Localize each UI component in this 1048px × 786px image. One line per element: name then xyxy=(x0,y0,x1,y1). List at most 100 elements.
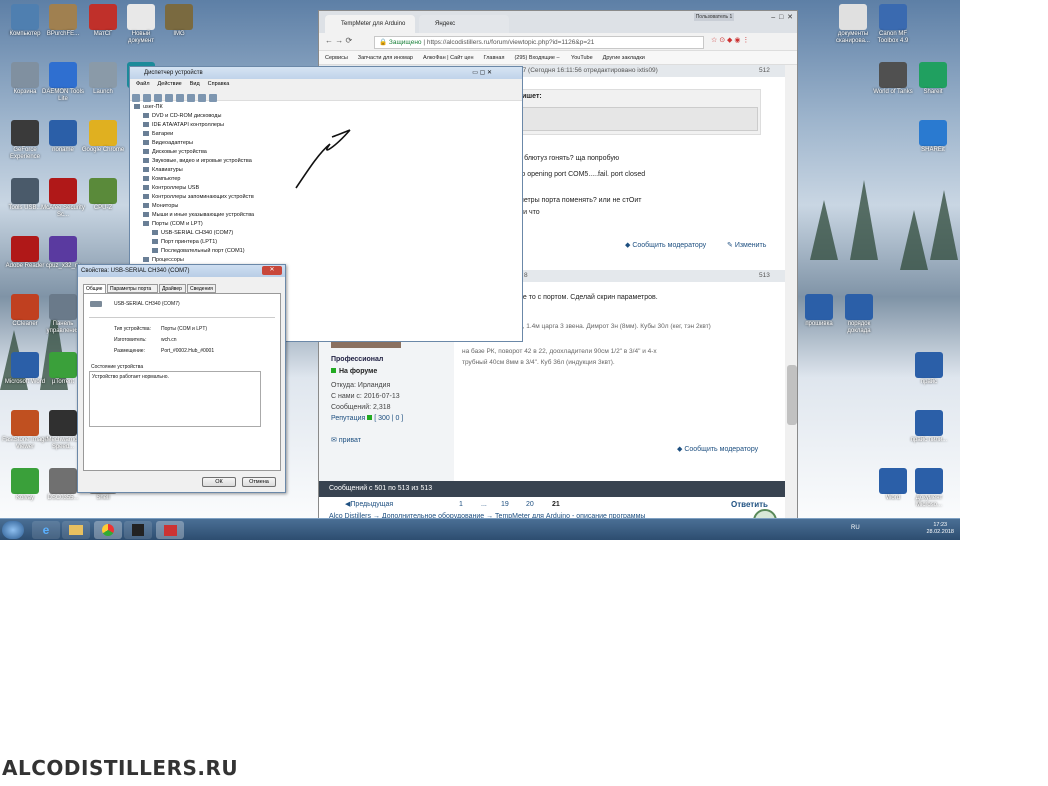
profile-button[interactable]: Пользователь 1 xyxy=(694,13,734,21)
tree-category[interactable]: Компьютер xyxy=(134,175,254,184)
cancel-button[interactable]: Отмена xyxy=(242,477,276,487)
desktop-icon-label: Canon MF Toolbox 4.9 xyxy=(877,31,909,44)
tree-category[interactable]: Контроллеры запоминающих устройств xyxy=(134,193,254,202)
tree-category[interactable]: Мониторы xyxy=(134,202,254,211)
online-status: На форуме xyxy=(331,368,377,375)
app-icon xyxy=(49,62,77,88)
tree-label: Контроллеры USB xyxy=(152,185,200,191)
desktop-icon[interactable]: IMG xyxy=(156,4,202,38)
chrome-icon[interactable] xyxy=(94,521,122,539)
bookmark-item[interactable]: Главная xyxy=(484,55,505,61)
report-button[interactable]: ◆ Сообщить модератору xyxy=(677,445,758,453)
tree-category[interactable]: Порты (COM и LPT) xyxy=(134,220,254,229)
desktop-icon[interactable]: порядок доклада xyxy=(836,294,882,335)
devmgr-taskbar-icon[interactable] xyxy=(156,521,184,539)
report-label: Сообщить модератору xyxy=(632,242,707,249)
nav-icons[interactable]: ← → ⟳ xyxy=(325,36,352,45)
browser-scrollbar[interactable] xyxy=(785,65,797,519)
desktop-icon[interactable]: Shareit xyxy=(910,62,956,96)
devmgr-toolbar xyxy=(130,89,522,102)
tree-device[interactable]: Порт принтера (LPT1) xyxy=(134,238,254,247)
desktop-icon[interactable]: Документ Microso... xyxy=(906,468,952,509)
bookmark-item[interactable]: Запчасти для иномар xyxy=(358,55,413,61)
tree-category[interactable]: Мыши и иные указывающие устройства xyxy=(134,211,254,220)
menu-item[interactable]: Вид xyxy=(190,81,200,87)
bookmark-item[interactable]: (295) Входящие – xyxy=(514,55,561,61)
post-number[interactable]: 512 xyxy=(759,65,770,77)
help-icon[interactable] xyxy=(165,94,173,102)
tree-root[interactable]: user-ПК xyxy=(134,103,254,112)
author-rank: Профессионал xyxy=(331,356,384,363)
page-link[interactable]: 1 xyxy=(459,497,463,513)
address-input[interactable]: 🔒 Защищено | https://alcodistillers.ru/f… xyxy=(374,36,704,49)
tree-category[interactable]: IDE ATA/ATAPI контроллеры xyxy=(134,121,254,130)
current-page: 21 xyxy=(552,501,560,508)
tree-category[interactable]: Видеоадаптеры xyxy=(134,139,254,148)
tree-decor xyxy=(900,210,928,270)
desktop-icon[interactable]: прайс пили... xyxy=(906,410,952,444)
tree-category[interactable]: Дисковые устройства xyxy=(134,148,254,157)
status-textbox[interactable]: Устройство работает нормально. xyxy=(89,371,261,427)
bookmark-item[interactable]: YouTube xyxy=(571,55,593,61)
desktop-icon[interactable]: SHAREit xyxy=(910,120,956,154)
bookmarks-bar: Сервисы Запчасти для иномар АлкоФан | Сайт… xyxy=(319,51,797,65)
close-button[interactable]: ✕ xyxy=(262,266,282,275)
tab-details[interactable]: Сведения xyxy=(187,284,216,293)
desktop-icon[interactable]: Canon MF Toolbox 4.9 xyxy=(870,4,916,45)
tree-device[interactable]: USB-SERIAL CH340 (COM7) xyxy=(134,229,254,238)
tree-category[interactable]: Батареи xyxy=(134,130,254,139)
tree-device[interactable]: Последовательный порт (COM1) xyxy=(134,247,254,256)
tree-category[interactable]: DVD и CD-ROM дисководы xyxy=(134,112,254,121)
properties-icon[interactable] xyxy=(154,94,162,102)
tab-yandex[interactable]: Яндекс xyxy=(419,15,509,33)
menu-item[interactable]: Файл xyxy=(136,81,150,87)
language-indicator[interactable]: RU xyxy=(851,525,860,531)
explorer-icon[interactable] xyxy=(62,521,90,539)
update-driver-icon[interactable] xyxy=(187,94,195,102)
loc-label: Размещение: xyxy=(114,348,145,354)
app-icon xyxy=(839,4,867,30)
app-icon xyxy=(11,294,39,320)
app-icon[interactable] xyxy=(124,521,152,539)
bookmark-item[interactable]: Сервисы xyxy=(325,55,348,61)
page-link[interactable]: 19 xyxy=(501,497,509,513)
bookmark-item[interactable]: Другие закладки xyxy=(603,55,645,61)
start-button[interactable] xyxy=(2,521,24,539)
rep-label[interactable]: Репутация xyxy=(331,415,365,422)
properties-dialog[interactable]: Свойства: USB-SERIAL CH340 (COM7) ✕ Общие… xyxy=(77,264,286,493)
disable-icon[interactable] xyxy=(198,94,206,102)
menu-item[interactable]: Справка xyxy=(208,81,230,87)
prev-page-link[interactable]: ◀ Предыдущая страница xyxy=(345,497,393,519)
ie-icon[interactable]: e xyxy=(32,521,60,539)
page-link[interactable]: 20 xyxy=(526,497,534,513)
back-icon[interactable] xyxy=(132,94,140,102)
tab-port-settings[interactable]: Параметры порта xyxy=(107,284,158,293)
tree-category[interactable]: Звуковые, видео и игровые устройства xyxy=(134,157,254,166)
private-link[interactable]: ✉ приват xyxy=(331,436,361,444)
uninstall-icon[interactable] xyxy=(209,94,217,102)
rep-value[interactable]: [ 300 | 0 ] xyxy=(374,415,403,422)
edit-button[interactable]: ✎ Изменить xyxy=(727,241,766,249)
tab-tempmeter[interactable]: TempMeter для Arduino xyxy=(325,15,415,33)
desktop-icon[interactable]: CPU-Z xyxy=(80,178,126,212)
bookmark-item[interactable]: АлкоФан | Сайт цен xyxy=(423,55,474,61)
desktop-icon[interactable]: прайс xyxy=(906,352,952,386)
clock[interactable]: 17:23 28.02.2018 xyxy=(926,522,954,536)
post-number[interactable]: 513 xyxy=(759,270,770,282)
post-edit-note: 07 (Сегодня 16:11:56 отредактировано ixt… xyxy=(519,67,658,74)
forward-icon[interactable] xyxy=(143,94,151,102)
app-icon xyxy=(89,120,117,146)
scan-icon[interactable] xyxy=(176,94,184,102)
ok-button[interactable]: ОК xyxy=(202,477,236,487)
desktop-icon[interactable]: Google Chrome xyxy=(80,120,126,154)
report-button[interactable]: ◆ Сообщить модератору xyxy=(625,241,706,249)
window-controls[interactable]: – □ ✕ xyxy=(771,13,793,21)
app-icon xyxy=(11,236,39,262)
tab-driver[interactable]: Драйвер xyxy=(159,284,186,293)
window-controls[interactable]: ▭ ▢ ✕ xyxy=(472,67,492,79)
tree-category[interactable]: Контроллеры USB xyxy=(134,184,254,193)
extension-icons[interactable]: ☆ ⊙ ◆ ◉ ⋮ xyxy=(711,36,749,44)
tree-category[interactable]: Клавиатуры xyxy=(134,166,254,175)
desktop-icon-label: порядок доклада xyxy=(847,321,871,334)
menu-item[interactable]: Действие xyxy=(158,81,182,87)
